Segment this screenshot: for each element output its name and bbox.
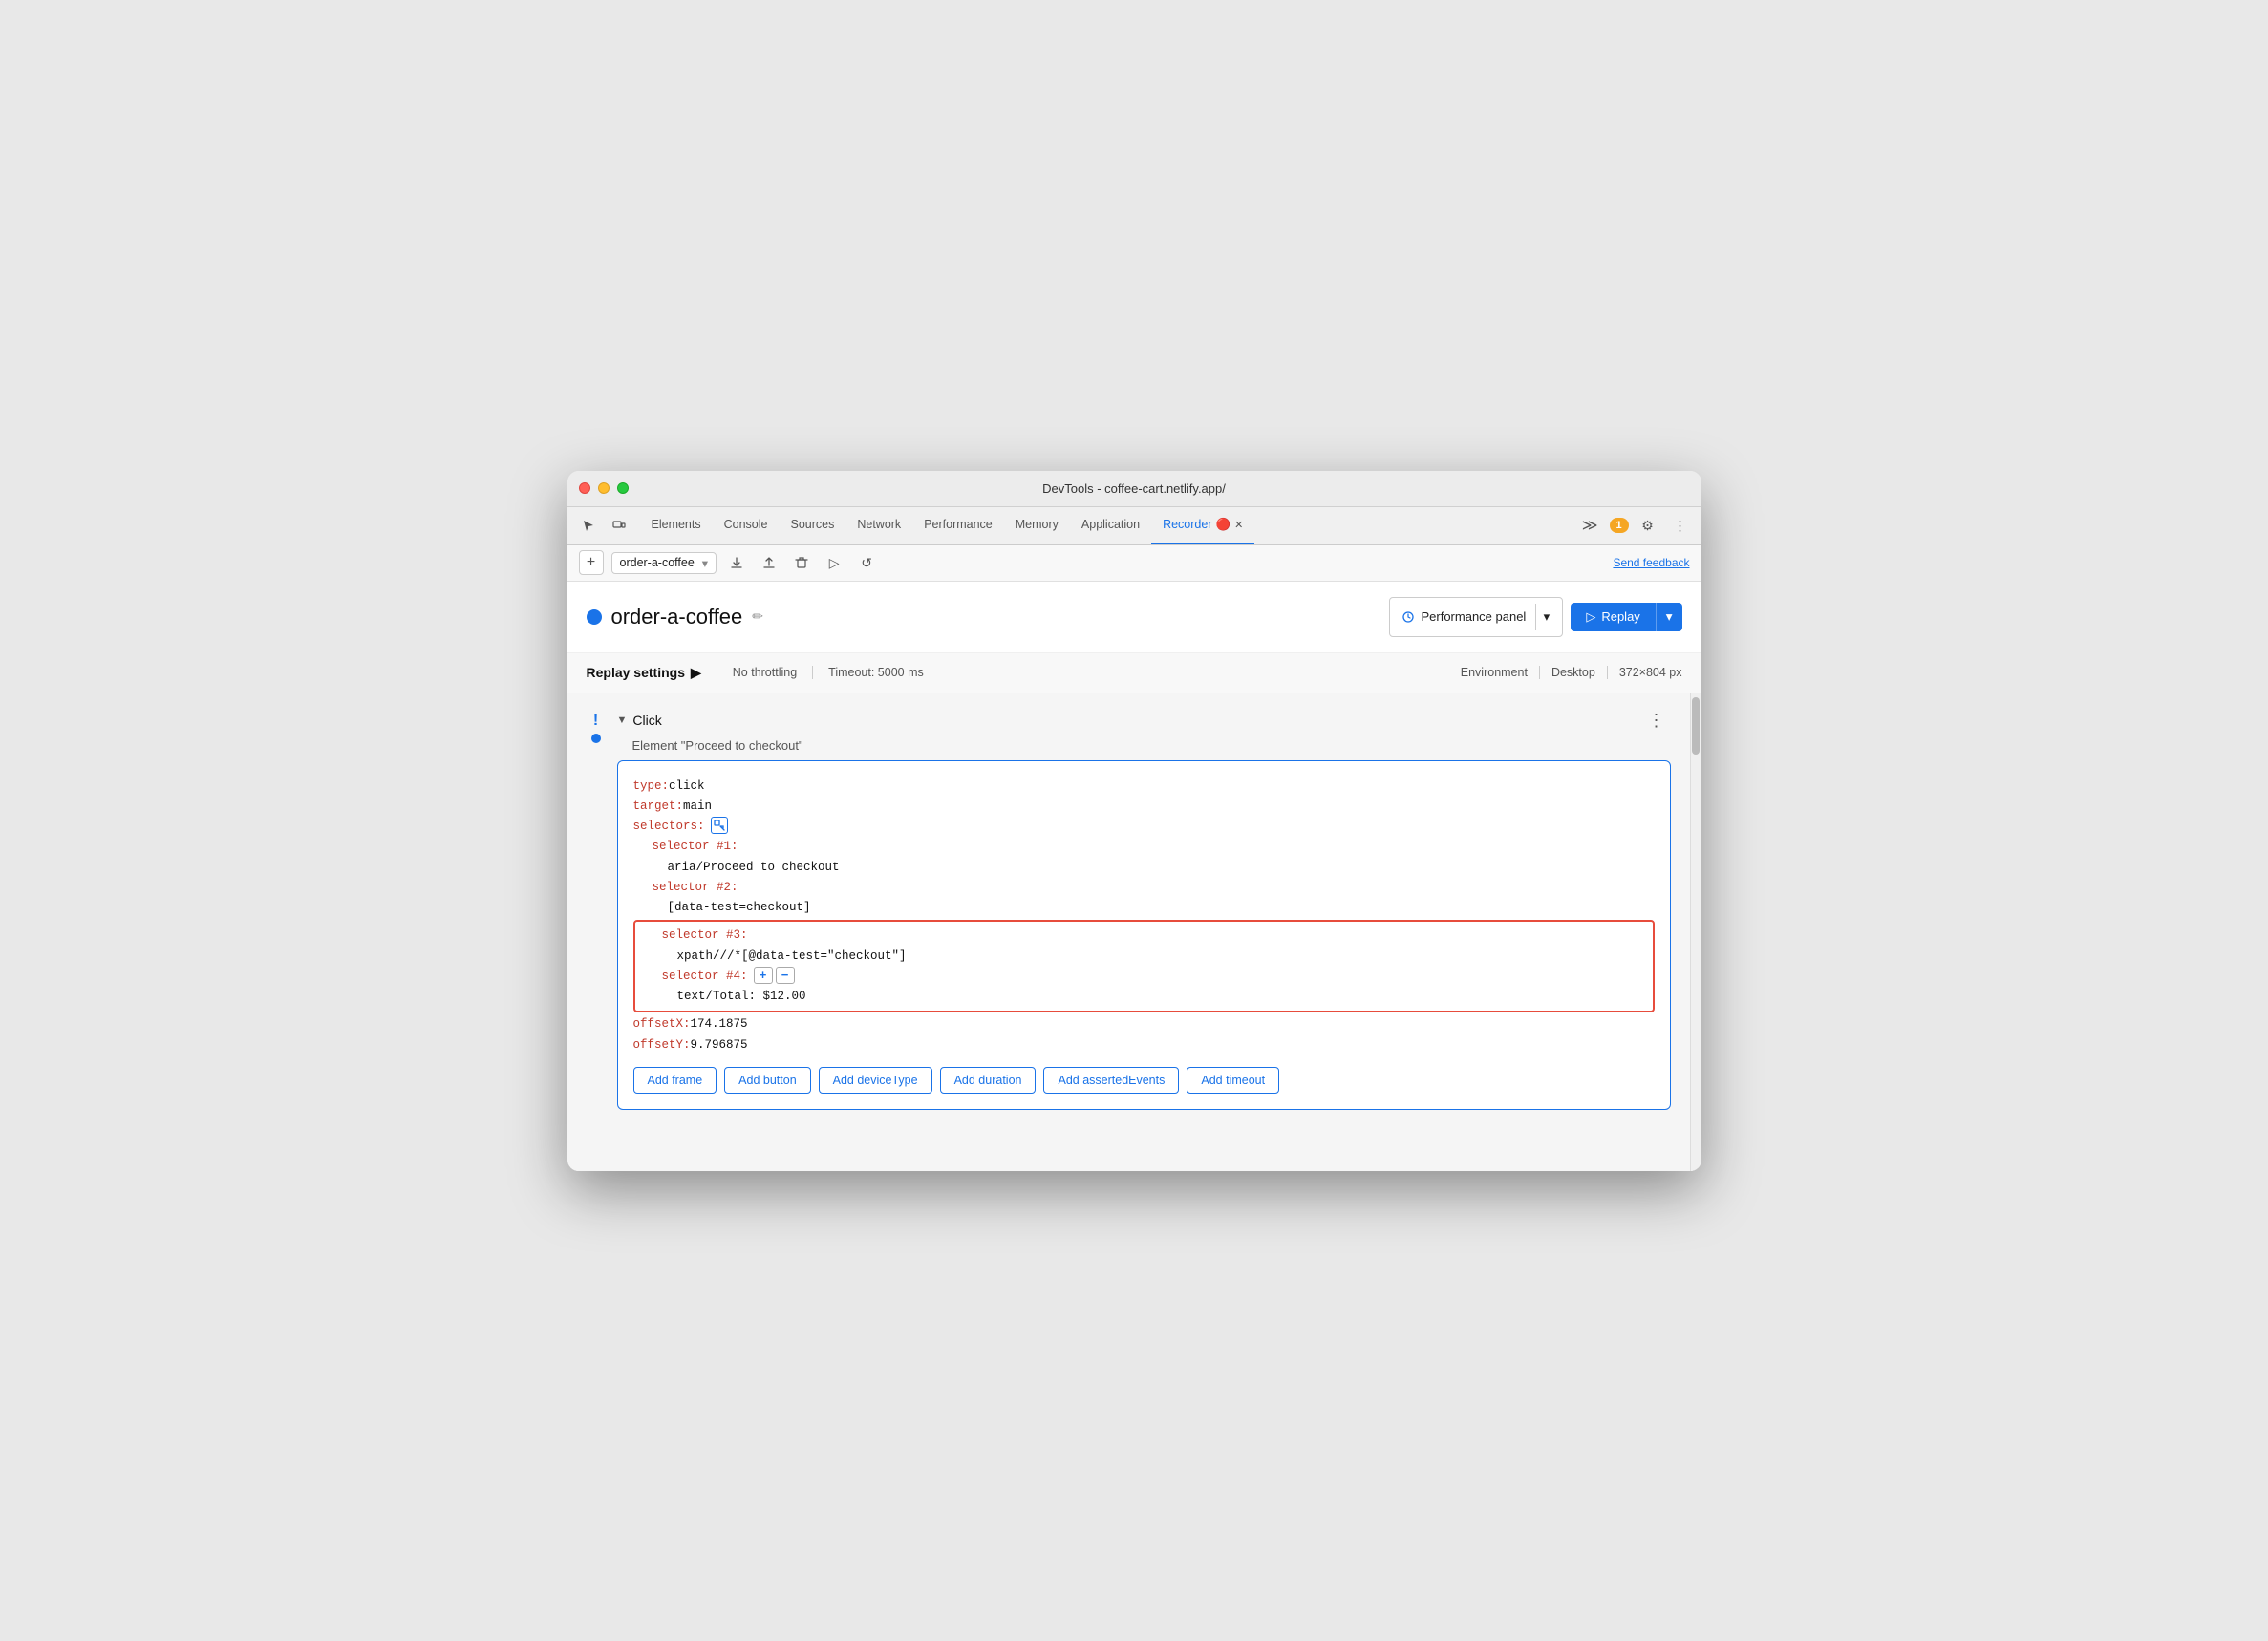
recording-title-area: order-a-coffee ✏ <box>587 605 764 629</box>
timeout-setting: Timeout: 5000 ms <box>828 666 924 679</box>
step-description: Element "Proceed to checkout" <box>632 738 1671 753</box>
step-action-buttons: Add frame Add button Add deviceType Add … <box>633 1067 1655 1094</box>
scrollbar-thumb[interactable] <box>1692 697 1700 755</box>
env-divider <box>1539 666 1540 679</box>
replay-main-button[interactable]: ▷ Replay <box>1571 603 1655 631</box>
code-type-line: type: click <box>633 777 1655 797</box>
more-tabs-icon[interactable]: ≫ <box>1576 512 1604 539</box>
export-icon[interactable] <box>724 550 749 575</box>
tab-sources[interactable]: Sources <box>779 506 845 544</box>
window-title: DevTools - coffee-cart.netlify.app/ <box>1042 481 1226 496</box>
step-code-box: type: click target: main selectors: <box>617 760 1671 1110</box>
delete-icon[interactable] <box>789 550 814 575</box>
tab-recorder[interactable]: Recorder 🔴 ✕ <box>1151 506 1254 544</box>
env-value: Desktop <box>1551 666 1595 679</box>
tab-console[interactable]: Console <box>713 506 780 544</box>
code-selector4-key-line: selector #4: + − <box>662 967 1645 987</box>
step-more-button[interactable]: ⋮ <box>1642 709 1671 733</box>
add-frame-button[interactable]: Add frame <box>633 1067 717 1094</box>
code-selectors-line: selectors: <box>633 817 1655 837</box>
settings-divider2 <box>812 666 813 679</box>
code-target-line: target: main <box>633 797 1655 817</box>
code-offsety-line: offsetY: 9.796875 <box>633 1035 1655 1055</box>
step-collapse-icon[interactable]: ▼ <box>617 714 628 726</box>
code-selector2-key: selector #2: <box>653 878 1655 898</box>
code-selector1-val: aria/Proceed to checkout <box>668 858 1655 878</box>
code-selector3-val: xpath///*[@data-test="checkout"] <box>677 947 1645 967</box>
devtools-left-icons <box>575 512 632 539</box>
add-devicetype-button[interactable]: Add deviceType <box>819 1067 932 1094</box>
minimize-button[interactable] <box>598 482 610 494</box>
title-bar: DevTools - coffee-cart.netlify.app/ <box>567 471 1701 507</box>
edit-name-icon[interactable]: ✏ <box>752 608 763 625</box>
replay-button-group[interactable]: ▷ Replay ▾ <box>1571 603 1681 631</box>
replay-settings-toggle[interactable]: Replay settings ▶ <box>587 665 701 681</box>
import-icon[interactable] <box>757 550 781 575</box>
device-toggle-icon[interactable] <box>606 512 632 539</box>
steps-and-scroll: ! ▼ Click ⋮ Element "Proceed to checkout… <box>567 693 1701 1171</box>
environment-label: Environment <box>1461 666 1528 679</box>
scrollbar-track[interactable] <box>1690 693 1701 1171</box>
step-header: ▼ Click ⋮ <box>617 709 1671 733</box>
replay-settings-bar: Replay settings ▶ No throttling Timeout:… <box>567 653 1701 693</box>
selector4-controls: + − <box>754 967 795 984</box>
throttling-setting: No throttling <box>733 666 797 679</box>
record-icon[interactable]: ↺ <box>854 550 879 575</box>
step-type-label: Click <box>632 713 661 728</box>
steps-area: ! ▼ Click ⋮ Element "Proceed to checkout… <box>567 693 1690 1171</box>
tab-network[interactable]: Network <box>845 506 912 544</box>
devtools-tab-bar: Elements Console Sources Network Perform… <box>567 507 1701 545</box>
step-dot <box>591 734 601 743</box>
recording-selector[interactable]: order-a-coffee ▾ <box>611 552 717 574</box>
selector4-add-button[interactable]: + <box>754 967 773 984</box>
resolution-value: 372×804 px <box>1619 666 1682 679</box>
perf-panel-chevron[interactable]: ▾ <box>1535 604 1556 630</box>
tab-memory[interactable]: Memory <box>1004 506 1070 544</box>
code-selector3-key: selector #3: <box>662 926 1645 946</box>
play-icon[interactable]: ▷ <box>822 550 846 575</box>
recording-header: order-a-coffee ✏ Performance panel ▾ ▷ R… <box>567 582 1701 653</box>
header-buttons: Performance panel ▾ ▷ Replay ▾ <box>1389 597 1681 637</box>
code-selector1-key: selector #1: <box>653 837 1655 857</box>
settings-icon[interactable]: ⚙ <box>1635 512 1661 539</box>
cursor-icon[interactable] <box>575 512 602 539</box>
code-offsetx-line: offsetX: 174.1875 <box>633 1014 1655 1034</box>
replay-dropdown-button[interactable]: ▾ <box>1656 603 1682 631</box>
selector-icon <box>711 817 728 834</box>
performance-panel-button[interactable]: Performance panel ▾ <box>1389 597 1563 637</box>
add-button-button[interactable]: Add button <box>724 1067 810 1094</box>
add-duration-button[interactable]: Add duration <box>940 1067 1037 1094</box>
recording-status-dot <box>587 609 602 625</box>
recorder-toolbar: + order-a-coffee ▾ ▷ ↺ Send feedback <box>567 545 1701 582</box>
step-content: ▼ Click ⋮ Element "Proceed to checkout" … <box>617 709 1671 1110</box>
maximize-button[interactable] <box>617 482 629 494</box>
step-warning-icon: ! <box>593 713 598 730</box>
env-divider2 <box>1607 666 1608 679</box>
selector-highlight-box: selector #3: xpath///*[@data-test="check… <box>633 920 1655 1012</box>
recorder-content: order-a-coffee ✏ Performance panel ▾ ▷ R… <box>567 582 1701 1171</box>
tab-application[interactable]: Application <box>1070 506 1151 544</box>
selector4-remove-button[interactable]: − <box>776 967 795 984</box>
add-assertedevents-button[interactable]: Add assertedEvents <box>1043 1067 1179 1094</box>
step-item: ! ▼ Click ⋮ Element "Proceed to checkout… <box>587 709 1671 1110</box>
traffic-lights <box>579 482 629 494</box>
send-feedback-link[interactable]: Send feedback <box>1613 556 1689 569</box>
step-timeline: ! <box>587 709 606 743</box>
notification-badge: 1 <box>1610 518 1629 533</box>
devtools-window: DevTools - coffee-cart.netlify.app/ Elem… <box>567 471 1701 1171</box>
customize-icon[interactable]: ⋮ <box>1667 512 1694 539</box>
add-recording-button[interactable]: + <box>579 550 604 575</box>
tab-performance[interactable]: Performance <box>912 506 1004 544</box>
recording-name: order-a-coffee <box>611 605 743 629</box>
tab-elements[interactable]: Elements <box>640 506 713 544</box>
code-selector4-val: text/Total: $12.00 <box>677 987 1645 1007</box>
add-timeout-button[interactable]: Add timeout <box>1187 1067 1279 1094</box>
replay-settings-left: Replay settings ▶ No throttling Timeout:… <box>587 665 924 681</box>
close-button[interactable] <box>579 482 590 494</box>
devtools-right-icons: ≫ 1 ⚙ ⋮ <box>1576 512 1694 539</box>
replay-settings-right: Environment Desktop 372×804 px <box>1461 666 1682 679</box>
code-selector2-val: [data-test=checkout] <box>668 898 1655 918</box>
